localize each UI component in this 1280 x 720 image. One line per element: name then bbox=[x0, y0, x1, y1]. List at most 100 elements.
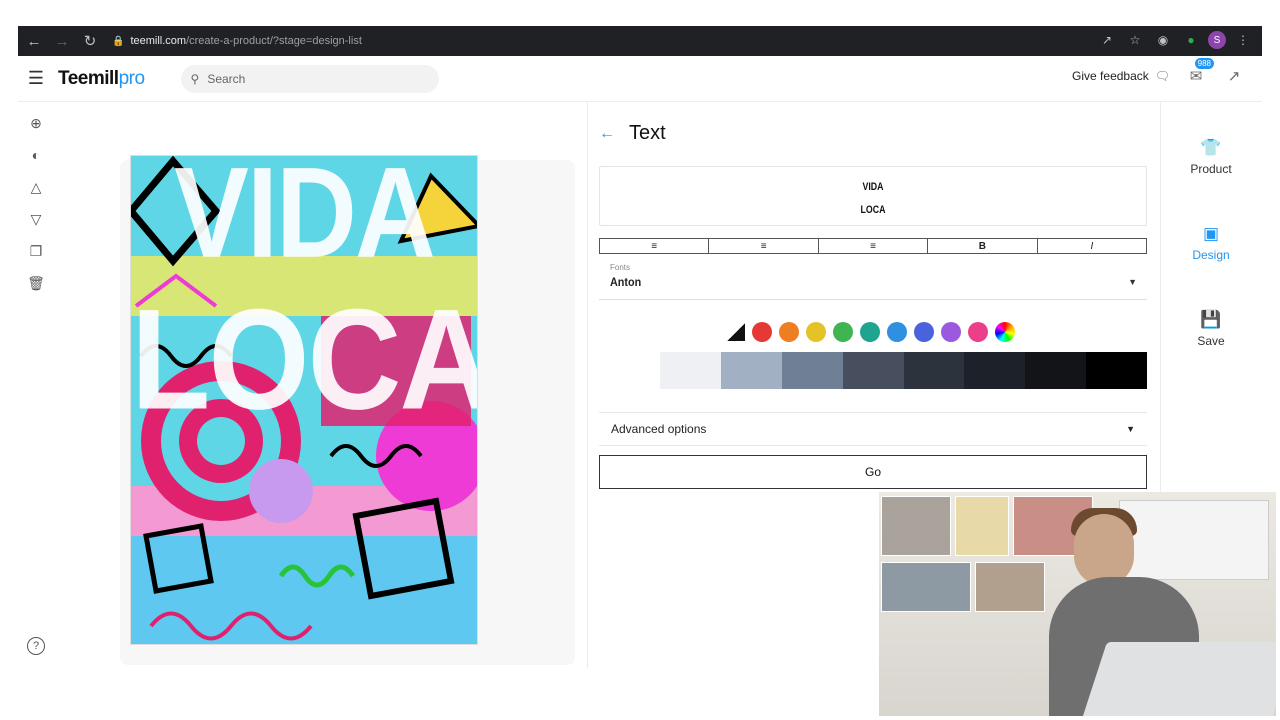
address-bar[interactable]: 🔒 teemill.com/create-a-product/?stage=de… bbox=[112, 35, 362, 47]
logo[interactable]: Teemillpro bbox=[58, 68, 145, 90]
logo-main: Teemill bbox=[58, 67, 119, 89]
webcam-overlay bbox=[879, 492, 1276, 716]
person-head bbox=[1074, 514, 1134, 586]
chat-icon: 🗨 bbox=[1154, 69, 1170, 83]
swatch-black[interactable] bbox=[727, 323, 745, 341]
rail-design[interactable]: ▣ Design bbox=[1161, 224, 1261, 262]
forward-icon[interactable]: → bbox=[50, 29, 74, 53]
align-left-icon: ≡ bbox=[651, 240, 658, 252]
swatch-yellow[interactable] bbox=[806, 322, 826, 342]
font-select[interactable]: Fonts Anton ▼ bbox=[599, 262, 1147, 300]
hamburger-menu-icon[interactable]: ☰ bbox=[18, 68, 54, 89]
app-header: ☰ Teemillpro ⚲ Search Give feedback 🗨 ✉ 9… bbox=[18, 56, 1262, 102]
shade-1[interactable] bbox=[660, 352, 721, 389]
caret-down-icon: ▼ bbox=[1126, 424, 1135, 434]
text-format-toolbar: ≡ ≡ ≡ B I bbox=[599, 238, 1148, 254]
swatch-orange[interactable] bbox=[779, 322, 799, 342]
design-text-line2: LOCA bbox=[131, 278, 478, 440]
text-line-1: VIDA bbox=[862, 181, 884, 193]
search-input[interactable]: ⚲ Search bbox=[180, 64, 439, 93]
caret-down-icon: ▼ bbox=[1128, 277, 1137, 287]
camera-icon[interactable]: ◉ bbox=[1152, 29, 1174, 51]
back-arrow-icon[interactable]: ← bbox=[599, 125, 615, 143]
swatch-purple[interactable] bbox=[941, 322, 961, 342]
shade-6[interactable] bbox=[964, 352, 1026, 389]
advanced-options-label: Advanced options bbox=[611, 422, 707, 436]
swatch-blue[interactable] bbox=[887, 322, 907, 342]
color-swatches bbox=[727, 322, 1015, 342]
image-icon: ▣ bbox=[1202, 224, 1220, 243]
star-icon[interactable]: ☆ bbox=[1124, 29, 1146, 51]
panel-header: ← Text bbox=[599, 122, 666, 145]
back-icon[interactable]: ← bbox=[22, 29, 46, 53]
swatch-teal[interactable] bbox=[860, 322, 880, 342]
panel-title: Text bbox=[629, 122, 666, 144]
design-artwork[interactable]: VIDA LOCA bbox=[130, 155, 478, 645]
tshirt-icon: 👕 bbox=[1200, 138, 1222, 157]
shade-2[interactable] bbox=[720, 352, 782, 389]
design-text-line1: VIDA bbox=[174, 155, 436, 285]
shade-strip bbox=[660, 352, 1147, 389]
text-content-field[interactable]: VIDA LOCA bbox=[599, 166, 1147, 226]
profile-avatar[interactable]: S bbox=[1208, 31, 1226, 49]
panel-divider bbox=[587, 102, 588, 668]
italic-button[interactable]: I bbox=[1036, 238, 1148, 254]
shade-5[interactable] bbox=[903, 352, 965, 389]
swatch-indigo[interactable] bbox=[914, 322, 934, 342]
menu-dots-icon[interactable]: ⋮ bbox=[1232, 29, 1254, 51]
laptop bbox=[1081, 642, 1276, 716]
extension-icon[interactable]: ● bbox=[1180, 29, 1202, 51]
text-line-2: LOCA bbox=[860, 204, 886, 216]
rail-save[interactable]: 💾 Save bbox=[1161, 310, 1261, 348]
move-up-icon[interactable]: △ bbox=[24, 176, 48, 198]
align-center-icon: ≡ bbox=[760, 240, 767, 252]
align-right-button[interactable]: ≡ bbox=[817, 238, 928, 254]
search-placeholder: Search bbox=[207, 71, 246, 86]
shade-7[interactable] bbox=[1025, 352, 1087, 389]
align-center-button[interactable]: ≡ bbox=[708, 238, 818, 254]
swatch-red[interactable] bbox=[752, 322, 772, 342]
advanced-options-toggle[interactable]: Advanced options ▼ bbox=[599, 412, 1147, 446]
bold-label: B bbox=[978, 240, 987, 252]
wall-photo bbox=[975, 562, 1045, 612]
url-host: teemill.com bbox=[130, 35, 187, 47]
lock-icon: 🔒 bbox=[112, 35, 125, 47]
palette-icon[interactable]: ◐ bbox=[24, 144, 48, 166]
align-left-button[interactable]: ≡ bbox=[599, 238, 709, 254]
inbox-icon[interactable]: ✉ 988 bbox=[1184, 58, 1214, 88]
help-icon[interactable]: ? bbox=[27, 637, 45, 655]
design-canvas[interactable]: VIDA LOCA bbox=[120, 150, 580, 665]
duplicate-icon[interactable]: ❐ bbox=[24, 240, 48, 262]
bold-button[interactable]: B bbox=[927, 238, 1037, 254]
give-feedback-button[interactable]: Give feedback 🗨 bbox=[1072, 69, 1170, 83]
font-select-label: Fonts bbox=[610, 263, 631, 272]
wall-photo bbox=[881, 562, 971, 612]
swatch-green[interactable] bbox=[833, 322, 853, 342]
feedback-label: Give feedback bbox=[1072, 69, 1149, 83]
align-right-icon: ≡ bbox=[870, 240, 876, 252]
shade-8[interactable] bbox=[1086, 352, 1147, 389]
reload-icon[interactable]: ↻ bbox=[78, 29, 102, 53]
browser-toolbar: ← → ↻ 🔒 teemill.com/create-a-product/?st… bbox=[18, 26, 1262, 56]
zoom-in-icon[interactable]: ⊕ bbox=[24, 112, 48, 134]
whiteboard bbox=[1119, 500, 1269, 580]
wall-photo bbox=[881, 496, 951, 556]
search-icon: ⚲ bbox=[190, 71, 200, 86]
shade-4[interactable] bbox=[842, 352, 904, 389]
swatch-custom-color[interactable] bbox=[995, 322, 1015, 342]
shade-3[interactable] bbox=[781, 352, 843, 389]
go-button[interactable]: Go bbox=[599, 455, 1147, 489]
swatch-pink[interactable] bbox=[968, 322, 988, 342]
trash-icon[interactable]: 🗑 bbox=[24, 272, 48, 294]
rail-product-label: Product bbox=[1190, 162, 1232, 176]
canvas-toolbar: ⊕ ◐ △ ▽ ❐ 🗑 bbox=[24, 112, 50, 294]
open-tab-icon[interactable]: ↗ bbox=[1096, 29, 1118, 51]
rail-product[interactable]: 👕 Product bbox=[1161, 138, 1261, 176]
notification-badge: 988 bbox=[1194, 58, 1214, 69]
save-icon: 💾 bbox=[1200, 310, 1222, 329]
logo-pro: pro bbox=[118, 67, 145, 89]
font-select-value: Anton bbox=[610, 275, 642, 289]
external-link-icon[interactable]: ↗ bbox=[1222, 64, 1246, 88]
rail-design-label: Design bbox=[1192, 248, 1230, 262]
move-down-icon[interactable]: ▽ bbox=[24, 208, 48, 230]
